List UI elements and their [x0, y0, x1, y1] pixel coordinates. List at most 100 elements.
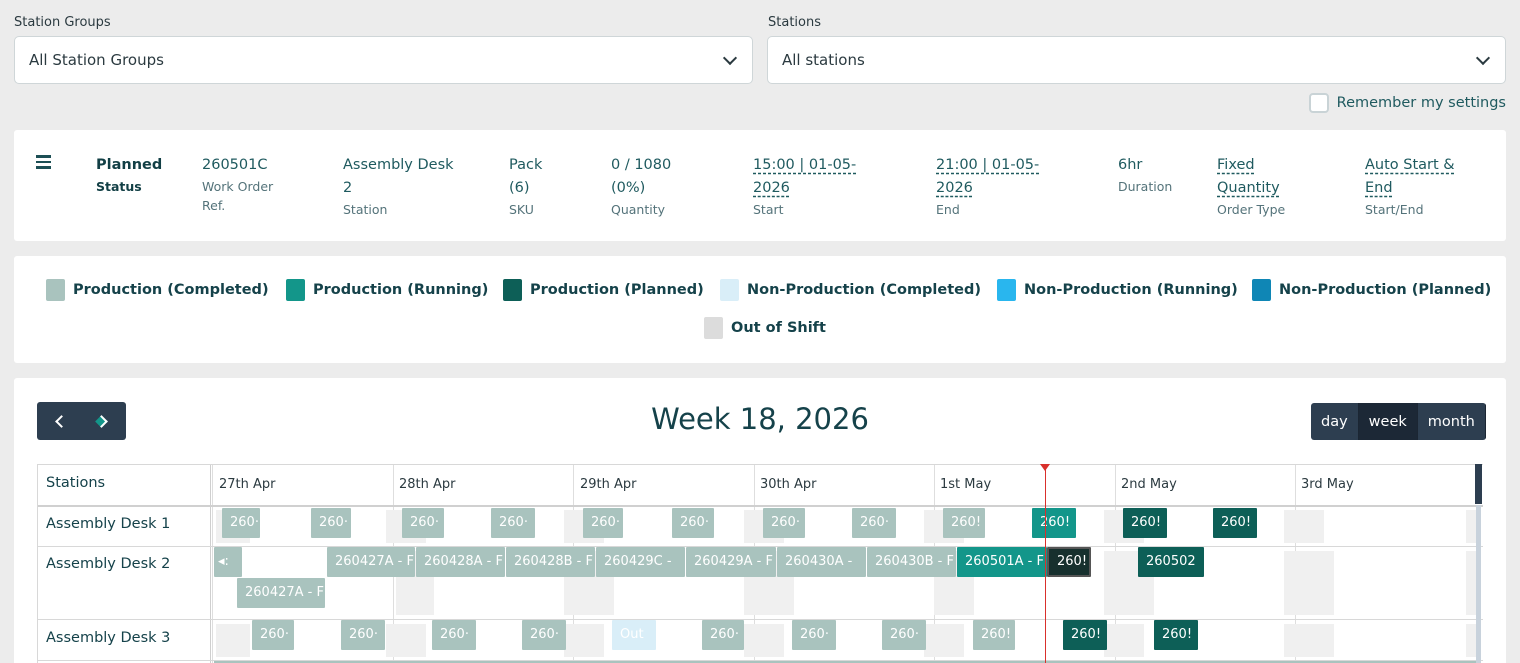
- end-field[interactable]: 21:00 | 01-05- 2026 End: [936, 154, 1039, 219]
- station-groups-label: Station Groups: [14, 15, 111, 30]
- quantity-label: Quantity: [611, 202, 666, 217]
- order-block[interactable]: 260!: [1123, 508, 1167, 538]
- order-block[interactable]: 260430B - F: [867, 547, 956, 577]
- order-block[interactable]: 260·: [222, 508, 260, 538]
- end-value-2[interactable]: 2026: [936, 177, 1039, 200]
- work-order-value: 260501C: [202, 157, 268, 173]
- legend-item-nonproduction-planned: Non-Production (Planned): [1252, 279, 1491, 301]
- order-block[interactable]: 260428B - F: [506, 547, 595, 577]
- station-value-2: 2: [343, 180, 353, 196]
- menu-icon[interactable]: [36, 155, 51, 169]
- legend-swatch: [46, 279, 65, 301]
- legend-swatch: [720, 279, 739, 301]
- remember-settings[interactable]: Remember my settings: [1308, 93, 1506, 113]
- order-block[interactable]: 260·: [702, 620, 744, 650]
- order-block[interactable]: 260·: [882, 620, 926, 650]
- legend-item-production-planned: Production (Planned): [503, 279, 704, 301]
- order-block[interactable]: 260·: [432, 620, 476, 650]
- order-block[interactable]: 260·: [311, 508, 351, 538]
- start-label: Start: [753, 202, 784, 217]
- week-view-button[interactable]: week: [1358, 403, 1418, 440]
- order-block[interactable]: 260·: [522, 620, 566, 650]
- order-block[interactable]: 260501A - F: [957, 547, 1047, 577]
- timeline-grid: Stations 27th Apr 28th Apr 29th Apr 30th…: [37, 464, 1483, 663]
- order-block[interactable]: 260·: [852, 508, 896, 538]
- order-block[interactable]: 260428A - F: [416, 547, 505, 577]
- view-switcher: day week month: [1311, 403, 1486, 440]
- remember-checkbox[interactable]: [1308, 93, 1329, 113]
- order-block[interactable]: 260·: [792, 620, 836, 650]
- order-block[interactable]: ◂:: [214, 547, 242, 577]
- order-block-selected[interactable]: 260!: [1047, 547, 1091, 577]
- order-block[interactable]: 260·: [252, 620, 294, 650]
- order-block[interactable]: Out: [612, 620, 656, 650]
- scrollbar-thumb[interactable]: [1475, 464, 1482, 504]
- station-row-label: Assembly Desk 2: [46, 556, 171, 572]
- start-end-value[interactable]: Auto Start &: [1365, 154, 1455, 177]
- order-block[interactable]: 260!: [943, 508, 985, 538]
- order-block[interactable]: 260·: [763, 508, 805, 538]
- work-order-label-2: Ref.: [202, 198, 226, 213]
- stations-select[interactable]: All stations: [767, 36, 1506, 84]
- order-type-label: Order Type: [1217, 202, 1286, 217]
- calendar: Week 18, 2026 day week month Stations 27…: [14, 378, 1506, 663]
- order-block[interactable]: 260427A - F: [327, 547, 415, 577]
- order-block[interactable]: 260430A -: [777, 547, 866, 577]
- week-title: Week 18, 2026: [651, 402, 869, 436]
- order-block[interactable]: 260427A - F: [237, 578, 325, 608]
- order-block[interactable]: 260!: [973, 620, 1015, 650]
- order-block[interactable]: 260!: [1063, 620, 1107, 650]
- duration-value: 6hr: [1118, 157, 1143, 173]
- month-view-button[interactable]: month: [1417, 403, 1486, 440]
- work-order-field: 260501C Work Order Ref.: [202, 154, 273, 215]
- status-field: Planned Status: [96, 154, 162, 196]
- legend-swatch: [286, 279, 305, 301]
- legend-label: Non-Production (Running): [1024, 282, 1238, 298]
- legend-swatch: [704, 317, 723, 339]
- order-block[interactable]: 260·: [341, 620, 385, 650]
- station-label: Station: [343, 202, 388, 217]
- duration-field: 6hr Duration: [1118, 154, 1172, 196]
- current-time-line: [1045, 465, 1046, 663]
- order-type-field[interactable]: Fixed Quantity Order Type: [1217, 154, 1285, 219]
- day-view-button[interactable]: day: [1311, 403, 1359, 440]
- station-groups-select[interactable]: All Station Groups: [14, 36, 753, 84]
- work-order-summary: Planned Status 260501C Work Order Ref. A…: [14, 130, 1506, 241]
- order-block[interactable]: 260·: [402, 508, 444, 538]
- scrollbar-track[interactable]: [1476, 505, 1481, 663]
- order-block[interactable]: 260·: [672, 508, 714, 538]
- legend-label: Non-Production (Planned): [1279, 282, 1492, 298]
- legend-item-production-completed: Production (Completed): [46, 279, 269, 301]
- legend-label: Out of Shift: [731, 320, 826, 336]
- day-header: 2nd May: [1121, 477, 1177, 492]
- legend-swatch: [1252, 279, 1271, 301]
- order-block[interactable]: 260!: [1213, 508, 1257, 538]
- start-end-field[interactable]: Auto Start & End Start/End: [1365, 154, 1455, 219]
- chevron-down-icon: [1475, 52, 1491, 68]
- start-end-value-2[interactable]: End: [1365, 177, 1455, 200]
- legend: Production (Completed) Production (Runni…: [14, 256, 1506, 363]
- order-block[interactable]: 260429A - F: [686, 547, 776, 577]
- legend-label: Non-Production (Completed): [747, 282, 982, 298]
- order-block[interactable]: 260429C -: [596, 547, 685, 577]
- start-value[interactable]: 15:00 | 01-05-: [753, 154, 856, 177]
- day-header: 1st May: [940, 477, 992, 492]
- end-value[interactable]: 21:00 | 01-05-: [936, 154, 1039, 177]
- order-type-value-2[interactable]: Quantity: [1217, 177, 1285, 200]
- legend-item-production-running: Production (Running): [286, 279, 488, 301]
- legend-item-nonproduction-running: Non-Production (Running): [997, 279, 1238, 301]
- order-block[interactable]: 260·: [583, 508, 623, 538]
- stations-label: Stations: [768, 15, 821, 30]
- start-value-2[interactable]: 2026: [753, 177, 856, 200]
- legend-swatch: [997, 279, 1016, 301]
- order-block[interactable]: 260!: [1154, 620, 1198, 650]
- quantity-value-2: (0%): [611, 180, 646, 196]
- order-type-value[interactable]: Fixed: [1217, 154, 1285, 177]
- start-field[interactable]: 15:00 | 01-05- 2026 Start: [753, 154, 856, 219]
- duration-label: Duration: [1118, 179, 1173, 194]
- sku-value-2: (6): [509, 180, 530, 196]
- order-block[interactable]: 260502: [1138, 547, 1204, 577]
- order-block[interactable]: 260!: [1032, 508, 1076, 538]
- legend-item-nonproduction-completed: Non-Production (Completed): [720, 279, 981, 301]
- order-block[interactable]: 260·: [491, 508, 535, 538]
